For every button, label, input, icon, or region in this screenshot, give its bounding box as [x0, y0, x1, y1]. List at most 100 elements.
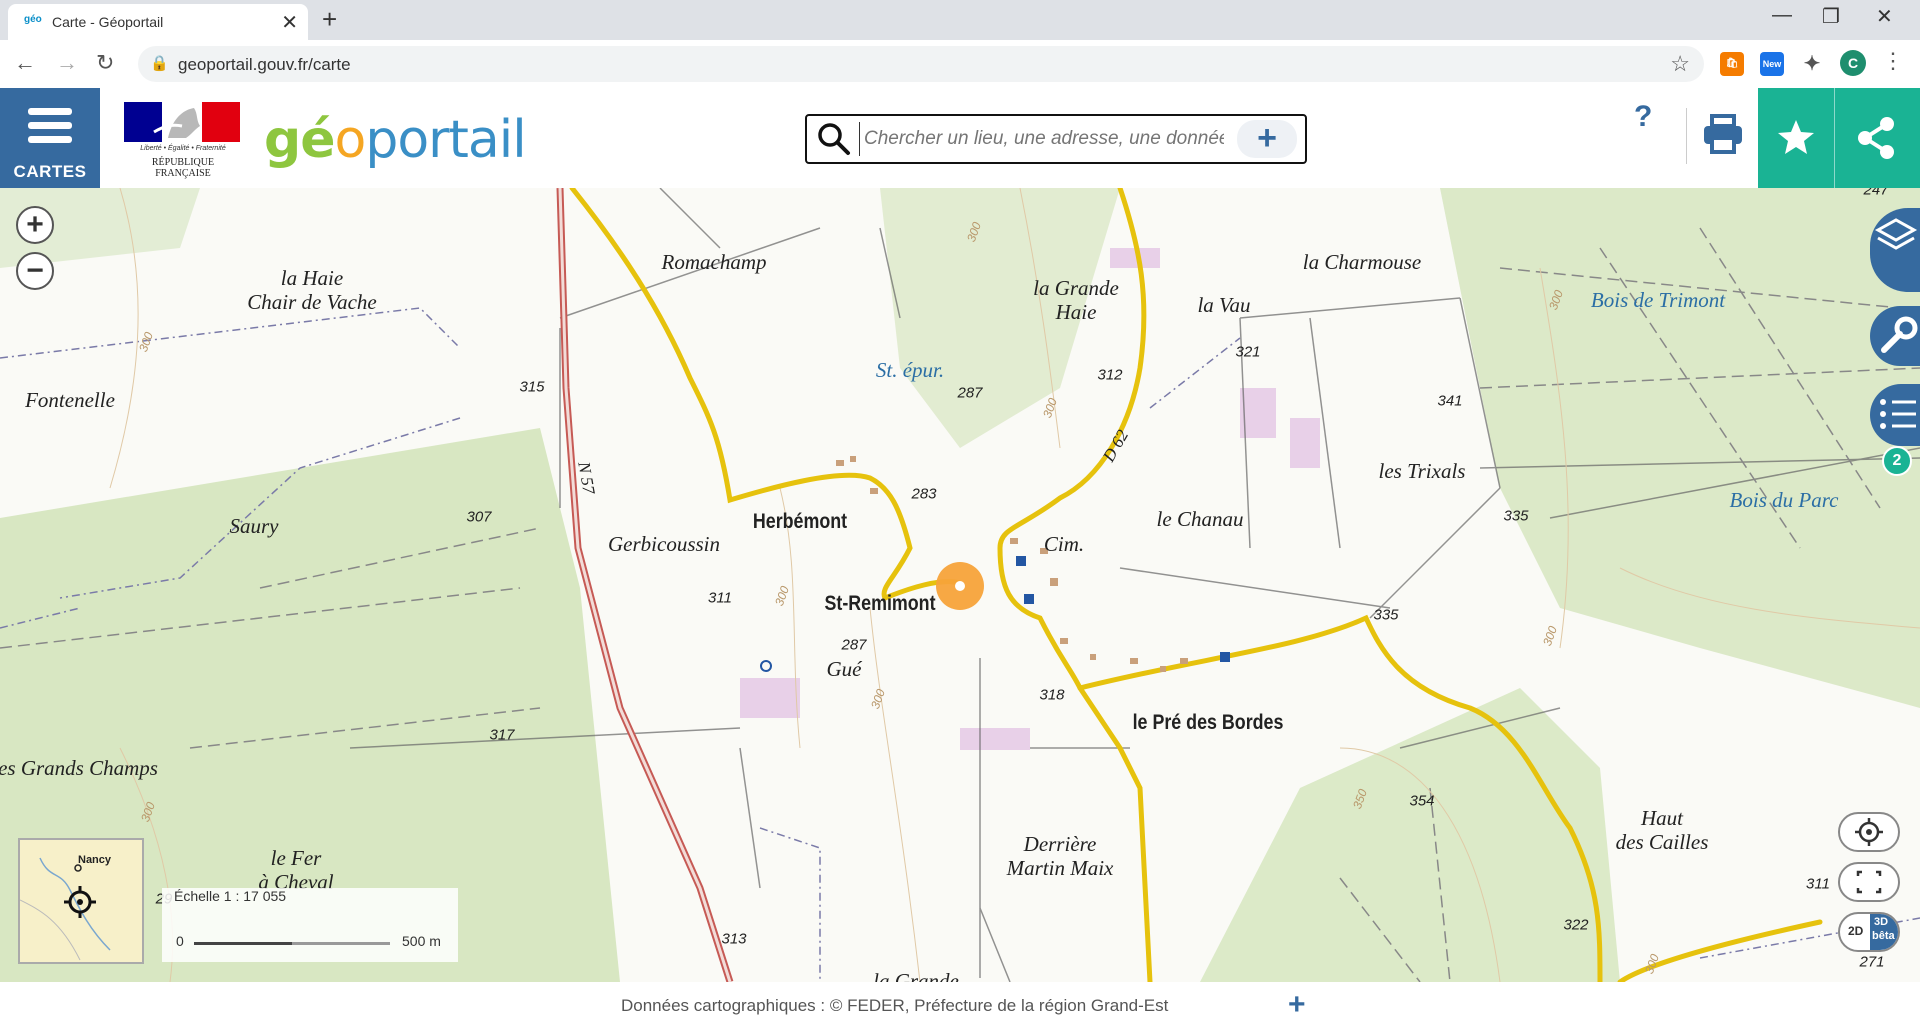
search-input[interactable]: [859, 122, 1226, 156]
view-3d-label[interactable]: 3D: [1874, 916, 1888, 928]
overview-minimap[interactable]: Nancy: [18, 838, 144, 964]
logo-portail: portail: [365, 110, 526, 170]
place-label: les Trixals: [1378, 459, 1466, 483]
republic-name: RÉPUBLIQUE FRANÇAISE: [151, 157, 215, 179]
scale-bar: [194, 942, 390, 945]
fullscreen-icon: [1856, 870, 1882, 894]
scale-end: 500 m: [402, 933, 441, 949]
beta-label: bêta: [1872, 930, 1895, 942]
layers-button[interactable]: [1870, 208, 1920, 292]
place-label: la Grande: [873, 969, 959, 982]
print-icon[interactable]: [1700, 110, 1746, 156]
zoom-out-button[interactable]: −: [16, 252, 54, 290]
elevation-label: 317: [489, 726, 515, 744]
forward-arrow-icon[interactable]: →: [56, 50, 78, 76]
shopping-extension-icon[interactable]: 🛍: [1720, 52, 1744, 76]
new-extension-icon[interactable]: New: [1760, 52, 1784, 76]
more-credits-button[interactable]: +: [1288, 988, 1306, 1022]
hamburger-icon: [28, 108, 72, 150]
list-icon: [1880, 399, 1916, 429]
address-bar[interactable]: 🔒 geoportail.gouv.fr/carte ☆: [138, 46, 1704, 82]
back-arrow-icon[interactable]: ←: [14, 50, 36, 76]
village-label: Herbémont: [752, 510, 848, 533]
elevation-label: 313: [721, 930, 747, 948]
help-button[interactable]: ?: [1634, 100, 1652, 134]
elevation-label: 287: [957, 384, 983, 402]
minimap-city-label: Nancy: [78, 854, 112, 866]
elevation-label: 315: [519, 378, 545, 396]
elevation-label: 311: [1806, 875, 1830, 893]
bookmark-star-icon[interactable]: ☆: [1670, 51, 1690, 77]
place-label: Gerbicoussin: [608, 532, 720, 556]
browser-tab-bar: géo Carte - Géoportail ✕ + — ❐ ✕: [0, 0, 1920, 40]
elevation-label: 322: [1563, 916, 1589, 934]
forest-label: Bois du Parc: [1729, 488, 1839, 512]
wrench-icon: [1881, 316, 1918, 353]
browser-toolbar: ← → ↻ 🔒 geoportail.gouv.fr/carte ☆ 🛍 New…: [0, 40, 1920, 89]
browser-tab[interactable]: géo Carte - Géoportail ✕: [8, 4, 308, 40]
fullscreen-button[interactable]: [1838, 862, 1900, 902]
elevation-label: 318: [1039, 686, 1065, 704]
reload-icon[interactable]: ↻: [96, 50, 114, 76]
puzzle-icon[interactable]: ✦: [1800, 52, 1824, 76]
forest-label: St. épur.: [875, 358, 945, 382]
place-label: Cim.: [1043, 532, 1085, 556]
place-label: Gué: [826, 657, 862, 681]
layers-icon: [1874, 218, 1918, 250]
geoportail-header: CARTES Liberté • Égalité • Fraternité RÉ…: [0, 88, 1920, 188]
geoportail-favicon-icon: géo: [24, 14, 42, 25]
advanced-search-button[interactable]: +: [1237, 120, 1297, 158]
elevation-label: 335: [1373, 606, 1399, 624]
tools-button[interactable]: [1870, 306, 1920, 366]
forest-label: Bois de Trimont: [1590, 288, 1726, 312]
map-credits: Données cartographiques : © FEDER, Préfe…: [621, 996, 1169, 1015]
maximize-button[interactable]: ❐: [1822, 4, 1840, 29]
layer-count-badge: 2: [1882, 446, 1912, 476]
village-label: St-Remimont: [824, 592, 936, 615]
place-label: Derrière Martin Maix: [1006, 832, 1114, 880]
star-icon: [1778, 120, 1814, 154]
favorite-button[interactable]: [1758, 88, 1834, 188]
url-text[interactable]: geoportail.gouv.fr/carte: [178, 55, 351, 75]
search-icon[interactable]: [817, 122, 851, 156]
view-2d-label[interactable]: 2D: [1848, 924, 1863, 938]
elevation-label: 341: [1437, 392, 1463, 410]
lock-icon: 🔒: [150, 55, 169, 72]
elevation-label: 311: [708, 589, 732, 607]
logo-o: o: [334, 110, 367, 170]
republique-francaise-logo[interactable]: Liberté • Égalité • Fraternité RÉPUBLIQU…: [124, 102, 242, 179]
share-icon: [1858, 117, 1894, 159]
geoportail-logo[interactable]: géoportail: [264, 110, 527, 170]
elevation-label: 283: [911, 485, 937, 503]
republic-motto: Liberté • Égalité • Fraternité: [140, 145, 226, 152]
tab-close-icon[interactable]: ✕: [281, 10, 298, 35]
place-label: la Haie Chair de Vache: [247, 266, 377, 314]
profile-avatar[interactable]: C: [1840, 50, 1866, 76]
header-divider: [1686, 108, 1687, 164]
scale-widget: Échelle 1 : 17 055 0 500 m: [162, 888, 458, 962]
zoom-in-button[interactable]: +: [16, 206, 54, 244]
logo-geo: gé: [264, 110, 335, 170]
place-label: Romachamp: [661, 250, 767, 274]
elevation-label: 287: [841, 636, 867, 654]
place-label: Haut des Cailles: [1615, 806, 1709, 854]
geolocate-button[interactable]: [1838, 812, 1900, 852]
view-2d-3d-toggle[interactable]: 2D 3D bêta: [1838, 912, 1900, 952]
place-label: le Chanau: [1156, 507, 1244, 531]
place-label: Fontenelle: [25, 388, 115, 412]
place-label: es Grands Champs: [0, 756, 158, 780]
cartes-menu-button[interactable]: CARTES: [0, 88, 100, 188]
place-label: la Grande Haie: [1033, 276, 1119, 324]
minimize-button[interactable]: —: [1772, 4, 1792, 27]
elevation-label: 312: [1097, 366, 1123, 384]
share-button[interactable]: [1834, 88, 1920, 188]
cartes-label: CARTES: [13, 162, 87, 181]
new-tab-button[interactable]: +: [322, 4, 337, 35]
browser-menu-icon[interactable]: ⋮: [1882, 48, 1904, 74]
map-canvas[interactable]: la Haie Chair de Vache Romachamp Fontenelle…: [0, 188, 1920, 982]
elevation-label: 335: [1503, 507, 1529, 525]
tab-title: Carte - Géoportail: [52, 14, 164, 30]
elevation-label: 271: [1859, 953, 1885, 971]
catalog-button[interactable]: [1870, 384, 1920, 446]
window-close-button[interactable]: ✕: [1876, 4, 1893, 29]
